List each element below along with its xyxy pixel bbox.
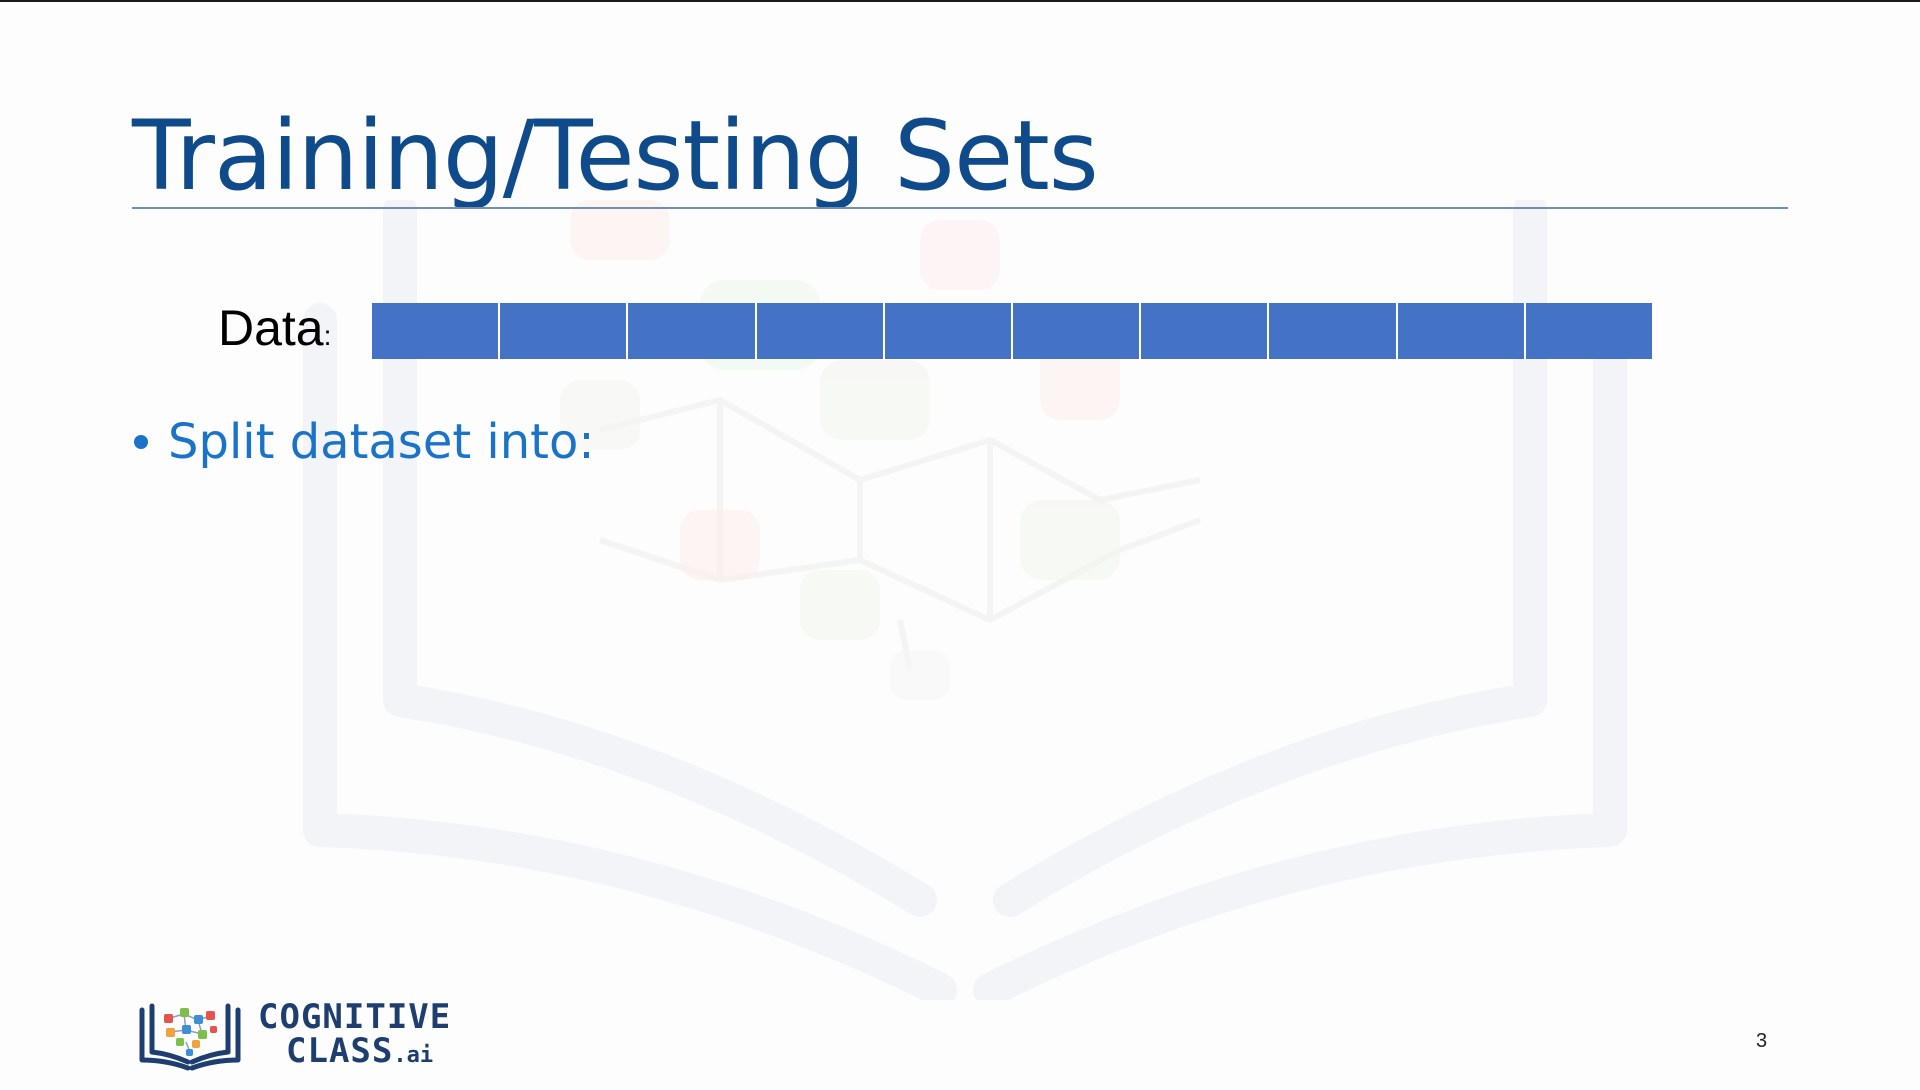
data-label-text: Data <box>218 300 324 356</box>
slide: Training/Testing Sets Data: Split datase… <box>0 0 1920 1090</box>
data-bar-segment <box>372 303 501 359</box>
title-divider <box>132 207 1788 209</box>
logo-line-cognitive: COGNITIVE <box>258 997 452 1037</box>
bullet-list: Split dataset into: <box>134 410 595 474</box>
data-label-colon: : <box>323 320 332 351</box>
logo-ai-suffix: .ai <box>393 1043 434 1068</box>
data-bar-segment <box>500 303 629 359</box>
logo-line-class: CLASS.ai <box>258 1034 451 1073</box>
top-border <box>0 0 1920 2</box>
data-bar <box>371 303 1653 359</box>
data-bar-segment <box>1013 303 1142 359</box>
data-bar-segment <box>1525 303 1653 359</box>
data-bar-segment <box>756 303 885 359</box>
bullet-text: Split dataset into: <box>168 414 595 470</box>
logo-wordmark: COGNITIVE CLASS.ai <box>258 1000 451 1073</box>
data-bar-segment <box>884 303 1014 359</box>
bullet-dot-icon <box>134 435 148 449</box>
page-number: 3 <box>1756 1030 1768 1052</box>
cognitive-class-logo: COGNITIVE CLASS.ai <box>136 1000 451 1073</box>
data-bar-segment <box>1269 303 1398 359</box>
open-book-network-icon <box>139 1003 241 1070</box>
logo-class-text: CLASS <box>286 1031 394 1071</box>
data-bar-segment <box>1141 303 1270 359</box>
data-bar-segment <box>628 303 757 359</box>
data-bar-segment <box>1397 303 1526 359</box>
data-label: Data: <box>218 298 331 366</box>
slide-title: Training/Testing Sets <box>132 100 1099 212</box>
bullet-item: Split dataset into: <box>134 410 595 474</box>
